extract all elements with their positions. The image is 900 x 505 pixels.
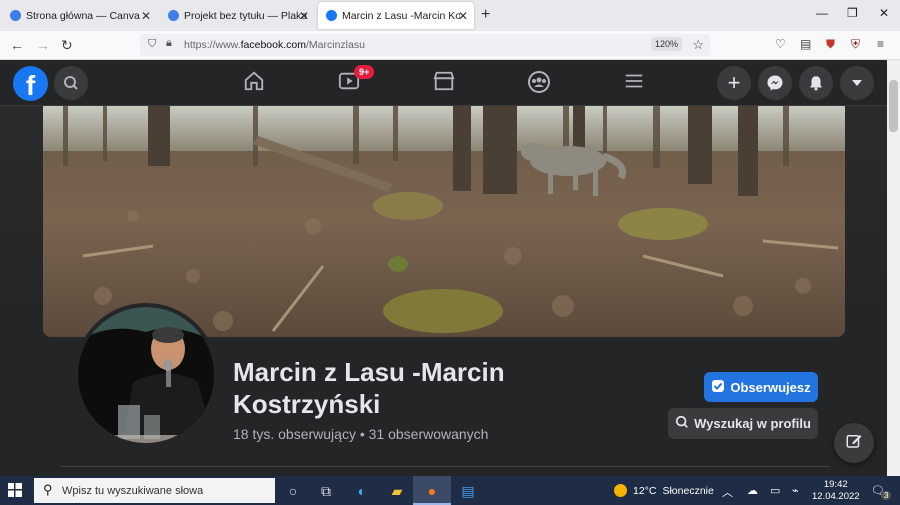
scrollbar-thumb[interactable] (889, 80, 898, 132)
taskbar-search-placeholder: Wpisz tu wyszukiwane słowa (62, 484, 204, 497)
chevron-up-icon[interactable]: ︿ (722, 484, 733, 500)
clock-time: 19:42 (823, 479, 848, 490)
maximize-icon[interactable]: ❐ (847, 6, 858, 20)
clock-date: 12.04.2022 (812, 491, 860, 502)
close-window-icon[interactable]: ✕ (879, 6, 889, 20)
weather-condition: Słonecznie (662, 484, 714, 497)
edit-icon (845, 432, 863, 455)
messenger-icon[interactable] (758, 66, 792, 100)
onedrive-icon[interactable]: ☁ (747, 484, 758, 497)
hamburger-menu-icon[interactable]: ≡ (877, 37, 884, 51)
lock-icon[interactable]: 🔒︎ (166, 37, 172, 50)
facebook-logo[interactable]: f (13, 66, 48, 101)
reader-view-icon[interactable]: ▤ (800, 37, 811, 51)
minimize-icon[interactable]: — (816, 6, 828, 20)
marketplace-icon[interactable] (433, 70, 455, 98)
following-button-label: Obserwujesz (730, 379, 811, 395)
tab-canva-home[interactable]: Strona główna — Canva ✕ (2, 2, 157, 29)
close-tab-icon[interactable]: ✕ (458, 9, 468, 23)
bookmark-star-icon[interactable]: ☆ (692, 37, 704, 53)
tab-facebook-active[interactable]: Marcin z Lasu -Marcin Kostrzyński ✕ (318, 2, 474, 29)
facebook-header: f 9+ + (0, 60, 887, 106)
bell-icon[interactable] (799, 66, 833, 100)
plus-icon[interactable]: + (717, 66, 751, 100)
menu-icon[interactable] (623, 70, 645, 98)
url-path: /Marcinzlasu (305, 39, 365, 51)
check-badge-icon (711, 379, 725, 396)
new-tab-icon[interactable]: + (481, 6, 490, 24)
firefox-icon[interactable]: ● (422, 481, 442, 501)
document-app-icon[interactable]: ▤ (458, 481, 478, 501)
groups-icon[interactable] (527, 70, 551, 100)
browser-tab-strip: Strona główna — Canva ✕ Projekt bez tytu… (0, 0, 900, 31)
profile-name: Marcin z Lasu -Marcin Kostrzyński (233, 357, 505, 419)
canva-favicon-icon (168, 10, 179, 21)
search-icon: ⚲ (43, 482, 53, 497)
close-tab-icon[interactable]: ✕ (299, 9, 309, 23)
network-icon[interactable]: ⌁ (792, 484, 799, 497)
canva-favicon-icon (10, 10, 21, 21)
cover-photo[interactable] (43, 106, 845, 337)
profile-divider (60, 466, 830, 467)
url-domain: facebook.com (240, 39, 306, 51)
file-explorer-icon[interactable]: ▰ (387, 481, 407, 501)
ublock-extension-icon[interactable]: ⛨ (851, 37, 860, 52)
notification-count-badge: 3 (881, 491, 892, 500)
compose-message-button[interactable] (834, 423, 874, 463)
search-in-profile-button[interactable]: Wyszukaj w profilu (668, 408, 818, 439)
system-clock[interactable]: 19:42 12.04.2022 (812, 479, 860, 503)
search-in-profile-label: Wyszukaj w profilu (694, 416, 811, 431)
profile-avatar[interactable] (74, 303, 218, 447)
task-view-icon[interactable]: ⧉ (316, 481, 336, 501)
facebook-favicon-icon (326, 10, 337, 21)
close-tab-icon[interactable]: ✕ (141, 9, 151, 23)
windows-taskbar: ⚲ Wpisz tu wyszukiwane słowa ○ ⧉ ◐ ▰ ● ▤… (0, 476, 900, 505)
weather-widget[interactable]: 12°C Słonecznie (614, 484, 714, 497)
notification-badge: 9+ (354, 65, 375, 79)
taskbar-search-box[interactable]: ⚲ Wpisz tu wyszukiwane słowa (34, 478, 275, 503)
home-icon[interactable] (243, 70, 265, 98)
edge-icon[interactable]: ◐ (352, 481, 372, 501)
pocket-icon[interactable]: ♡ (775, 37, 786, 51)
battery-icon[interactable]: ▭ (770, 484, 780, 497)
following-button[interactable]: Obserwujesz (704, 372, 818, 402)
address-bar[interactable]: ⛉ 🔒︎ https://www. facebook.com/Marcinzlas… (140, 34, 710, 56)
search-icon (675, 415, 689, 432)
caret-down-icon[interactable] (840, 66, 874, 100)
weather-temperature: 12°C (633, 484, 657, 497)
cortana-icon[interactable]: ○ (283, 481, 303, 501)
tab-canva-project[interactable]: Projekt bez tytułu — Plakat ✕ (160, 2, 315, 29)
reload-icon[interactable]: ↻ (61, 37, 73, 54)
url-prefix: https://www. (184, 39, 241, 51)
search-icon[interactable] (54, 66, 88, 100)
back-icon[interactable]: ← (10, 37, 24, 53)
extension-icon[interactable]: ⛊ (826, 37, 835, 52)
windows-start-icon[interactable] (8, 483, 22, 502)
forward-icon[interactable]: → (36, 37, 50, 53)
profile-follower-stats[interactable]: 18 tys. obserwujący • 31 obserwowanych (233, 426, 488, 442)
zoom-indicator[interactable]: 120% (650, 37, 682, 51)
browser-nav-bar: ← → ↻ ⛉ 🔒︎ https://www. facebook.com/Marc… (0, 31, 900, 60)
shield-icon[interactable]: ⛉ (148, 38, 156, 51)
sun-icon (614, 484, 627, 497)
